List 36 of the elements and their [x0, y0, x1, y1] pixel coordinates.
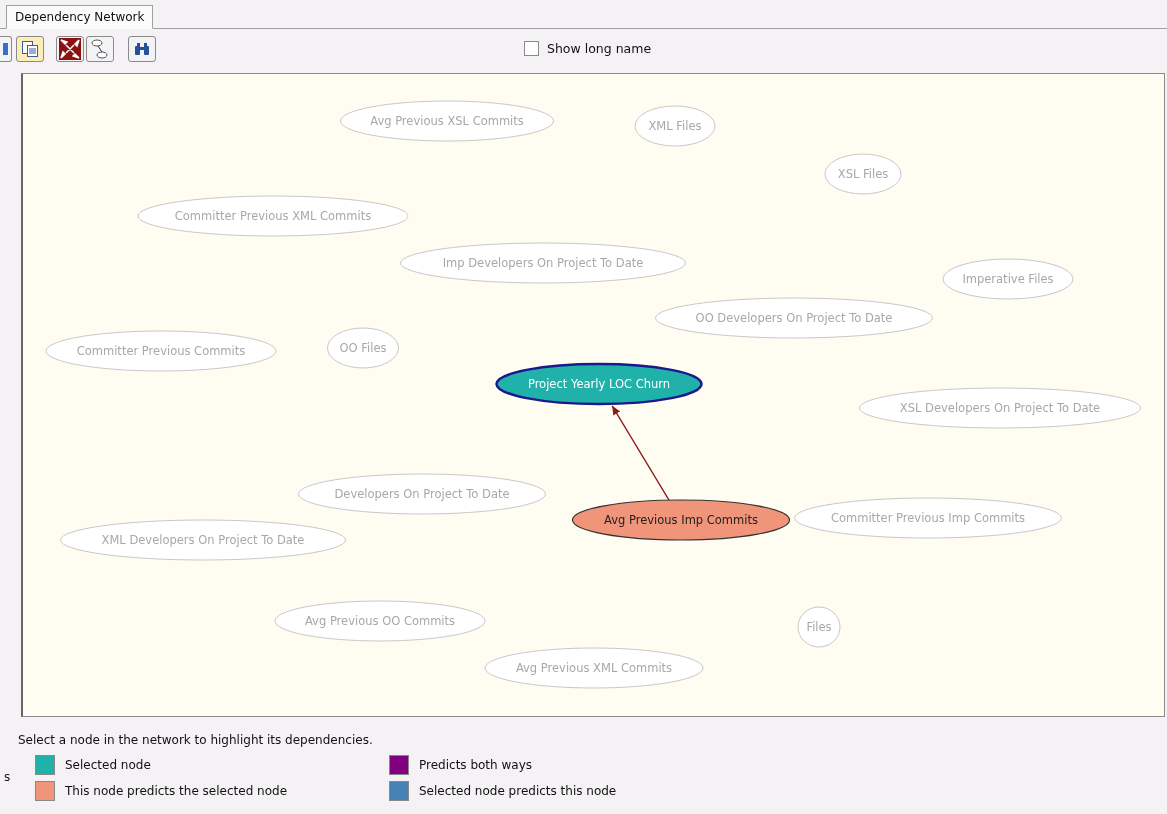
copy-icon — [21, 40, 39, 58]
graph-node[interactable]: XSL Developers On Project To Date — [859, 387, 1141, 429]
graph-node[interactable]: OO Files — [327, 327, 399, 369]
checkbox[interactable] — [524, 41, 539, 56]
graph-node[interactable]: Avg Previous XSL Commits — [340, 100, 554, 142]
graph-node[interactable]: OO Developers On Project To Date — [655, 297, 933, 339]
page-icon — [2, 42, 9, 56]
toolbar-button[interactable] — [0, 36, 12, 62]
graph-node[interactable]: Files — [797, 606, 841, 648]
legend-label: Selected node predicts this node — [419, 784, 617, 798]
legend-label: This node predicts the selected node — [65, 784, 287, 798]
graph-node[interactable]: Committer Previous Commits — [45, 330, 277, 372]
graph-node[interactable]: Project Yearly LOC Churn — [495, 362, 703, 406]
fit-button[interactable] — [56, 36, 84, 62]
tab[interactable]: Dependency Network — [6, 5, 154, 29]
legend-label: Selected node — [65, 758, 151, 772]
graph-node[interactable]: XSL Files — [824, 153, 902, 195]
graph-node[interactable]: Imperative Files — [942, 258, 1074, 300]
graph-node[interactable]: XML Developers On Project To Date — [60, 519, 346, 561]
graph-node[interactable]: XML Files — [634, 105, 716, 147]
graph-node[interactable]: Avg Previous Imp Commits — [571, 499, 791, 541]
clipped-label: s — [4, 770, 11, 784]
find-button[interactable] — [128, 36, 156, 62]
graph-node[interactable]: Developers On Project To Date — [298, 473, 546, 515]
checkbox-label: Show long name — [547, 41, 652, 56]
graph-node[interactable]: Committer Previous Imp Commits — [794, 497, 1062, 539]
binoculars-icon — [134, 42, 150, 56]
graph-node[interactable]: Avg Previous OO Commits — [274, 600, 486, 642]
graph-node[interactable]: Avg Previous XML Commits — [484, 647, 704, 689]
layout-button[interactable] — [86, 36, 114, 62]
hint-text: Select a node in the network to highlight its dependencies. — [18, 733, 374, 747]
graph-node[interactable]: Imp Developers On Project To Date — [400, 242, 686, 284]
expand-arrows-icon — [59, 38, 81, 60]
graph-node[interactable]: Committer Previous XML Commits — [137, 195, 409, 237]
copy-button[interactable] — [16, 36, 44, 62]
legend-label: Predicts both ways — [419, 758, 532, 772]
